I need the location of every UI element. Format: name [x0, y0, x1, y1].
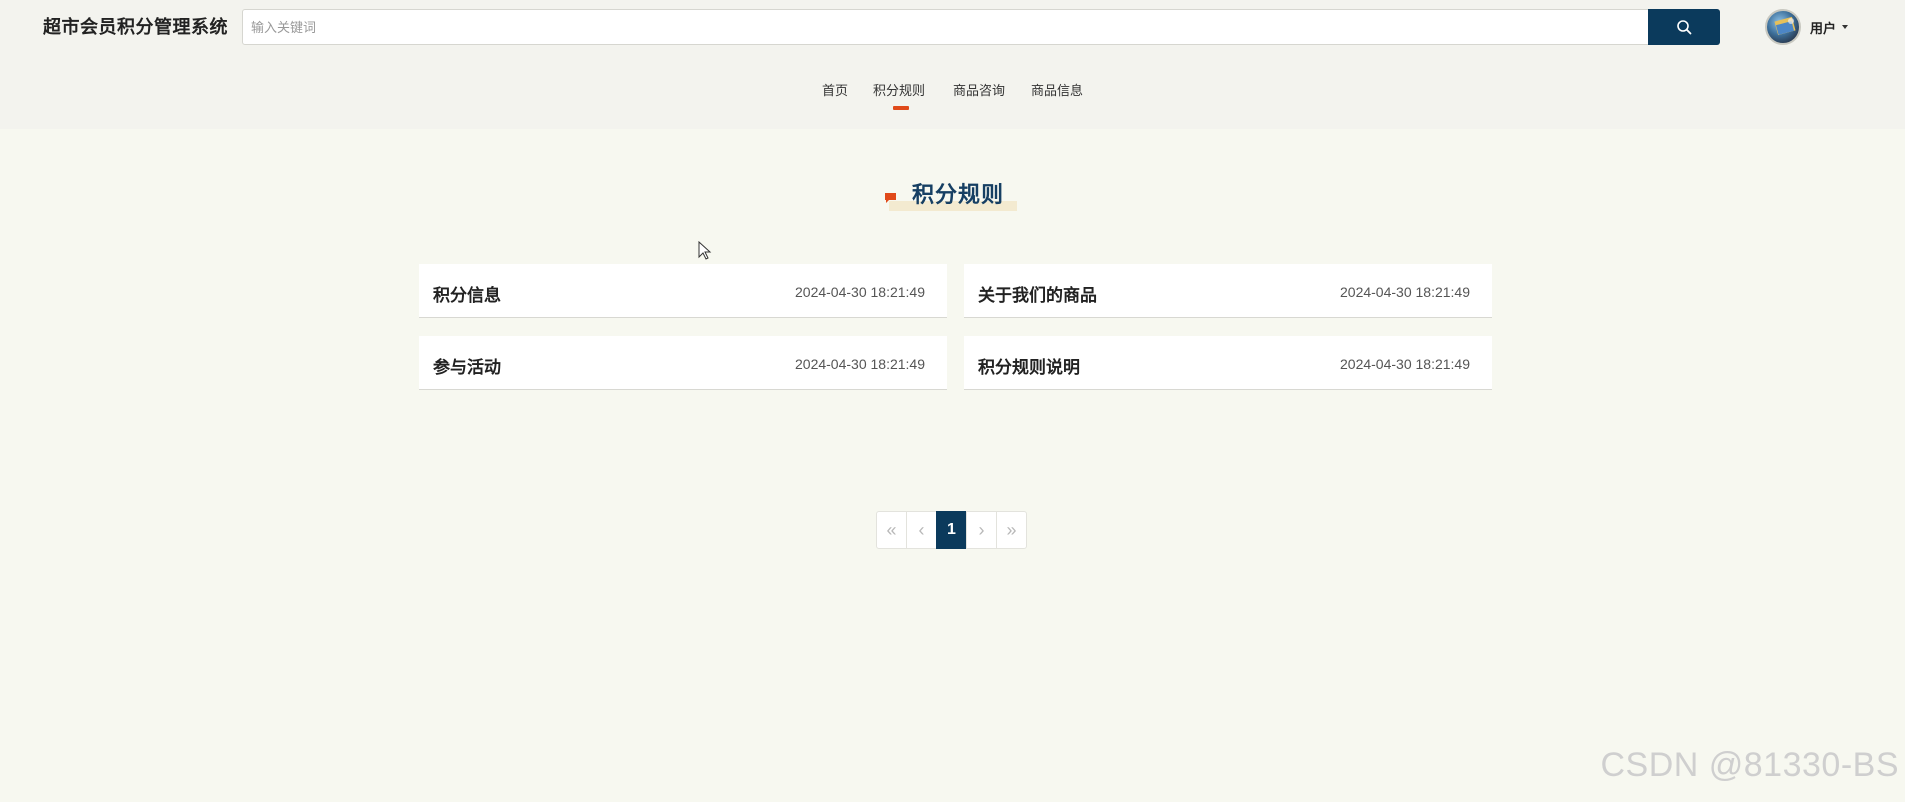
mouse-cursor-icon — [698, 241, 712, 260]
list-item-title: 积分信息 — [433, 286, 501, 305]
nav-item-home[interactable]: 首页 — [822, 80, 848, 99]
list-item-date: 2024-04-30 18:21:49 — [795, 284, 925, 300]
site-brand[interactable]: 超市会员积分管理系统 — [43, 15, 228, 39]
user-menu[interactable]: 用户 — [1810, 17, 1849, 37]
search-box — [242, 9, 1720, 45]
last-page-button[interactable]: » — [996, 511, 1027, 549]
watermark: CSDN @81330-BS — [1600, 746, 1899, 784]
top-header: 超市会员积分管理系统 用户 首页 积分规则 商品咨询 商品信息 — [0, 0, 1905, 129]
avatar-image — [1774, 16, 1796, 36]
flag-icon — [885, 193, 896, 203]
user-avatar[interactable] — [1765, 9, 1801, 45]
nav-item-product-consult[interactable]: 商品咨询 — [953, 80, 1005, 99]
main-nav: 首页 积分规则 商品咨询 商品信息 — [0, 78, 1905, 112]
list-item-title: 积分规则说明 — [978, 358, 1080, 377]
nav-item-points-rules[interactable]: 积分规则 — [873, 80, 925, 99]
search-icon — [1677, 20, 1692, 35]
nav-active-indicator — [893, 106, 909, 110]
section-heading: 积分规则 — [0, 175, 1905, 215]
search-button[interactable] — [1648, 9, 1720, 45]
list-item[interactable]: 关于我们的商品 2024-04-30 18:21:49 — [964, 264, 1492, 318]
list-item[interactable]: 积分信息 2024-04-30 18:21:49 — [419, 264, 947, 318]
list-item-title: 参与活动 — [433, 358, 501, 377]
first-page-button[interactable]: « — [876, 511, 907, 549]
list-item[interactable]: 参与活动 2024-04-30 18:21:49 — [419, 336, 947, 390]
list-item-date: 2024-04-30 18:21:49 — [1340, 356, 1470, 372]
page-title: 积分规则 — [912, 182, 1005, 207]
user-label: 用户 — [1810, 20, 1837, 36]
list-item[interactable]: 积分规则说明 2024-04-30 18:21:49 — [964, 336, 1492, 390]
next-page-button[interactable]: › — [966, 511, 997, 549]
pagination: « ‹ 1 › » — [876, 511, 1027, 549]
list-item-date: 2024-04-30 18:21:49 — [1340, 284, 1470, 300]
nav-item-product-info[interactable]: 商品信息 — [1031, 80, 1083, 99]
list-item-date: 2024-04-30 18:21:49 — [795, 356, 925, 372]
prev-page-button[interactable]: ‹ — [906, 511, 937, 549]
list-item-title: 关于我们的商品 — [978, 286, 1097, 305]
page-number-button[interactable]: 1 — [936, 511, 967, 549]
search-input[interactable] — [243, 10, 1648, 44]
chevron-down-icon — [1842, 25, 1849, 29]
